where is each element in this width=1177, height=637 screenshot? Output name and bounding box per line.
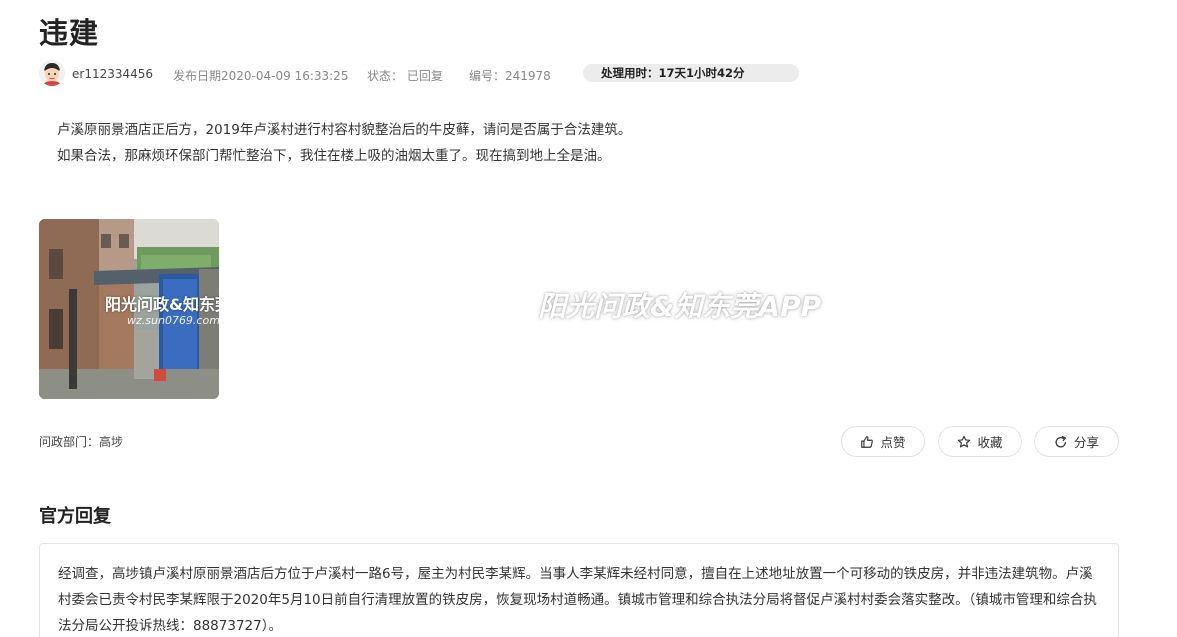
image-watermark: 阳光问政&知东莞APP [538, 290, 822, 323]
post-id: 编号：241978 [469, 69, 551, 83]
like-button[interactable]: 点赞 [841, 426, 925, 457]
like-label: 点赞 [880, 435, 906, 450]
favorite-label: 收藏 [977, 435, 1003, 450]
department: 问政部门：高埗 [39, 435, 124, 449]
avatar-icon[interactable] [39, 60, 65, 86]
favorite-button[interactable]: 收藏 [938, 426, 1022, 457]
post-meta: er112334456 发布日期2020-04-09 16:33:25 状态： … [39, 60, 1139, 88]
share-icon [1055, 435, 1066, 448]
process-time-badge: 处理用时：17天1小时42分 [583, 64, 799, 82]
share-label: 分享 [1073, 435, 1099, 450]
reply-text: 经调查，高埗镇卢溪村原丽景酒店后方位于卢溪村一路6号，屋主为村民李某辉。当事人李… [58, 566, 1097, 634]
share-button[interactable]: 分享 [1034, 426, 1119, 457]
photo-watermark: 阳光问政&知东莞 [105, 295, 219, 314]
question-line: 卢溪原丽景酒店正后方，2019年卢溪村进行村容村貌整治后的牛皮藓，请问是否属于合… [57, 122, 632, 138]
author-name[interactable]: er112334456 [72, 67, 153, 81]
official-reply: 经调查，高埗镇卢溪村原丽景酒店后方位于卢溪村一路6号，屋主为村民李某辉。当事人李… [39, 543, 1119, 637]
photo-watermark-url: wz.sun0769.com [127, 314, 219, 327]
attached-photo[interactable]: 阳光问政&知东莞 wz.sun0769.com [39, 219, 219, 399]
question-line: 如果合法，那麻烦环保部门帮忙整治下，我住在楼上吸的油烟太重了。现在搞到地上全是油… [57, 148, 611, 164]
post-status: 状态： 已回复 [367, 69, 443, 83]
page-title: 违建 [39, 16, 100, 50]
question-content: 卢溪原丽景酒店正后方，2019年卢溪村进行村容村貌整治后的牛皮藓，请问是否属于合… [57, 117, 1117, 169]
star-icon [958, 435, 971, 447]
post-date: 发布日期2020-04-09 16:33:25 [173, 69, 349, 83]
page: 违建 er112334456 发布日期2020-04-09 16:33:25 状… [0, 0, 1177, 637]
reply-heading: 官方回复 [39, 506, 111, 527]
thumbs-up-icon [861, 435, 874, 448]
